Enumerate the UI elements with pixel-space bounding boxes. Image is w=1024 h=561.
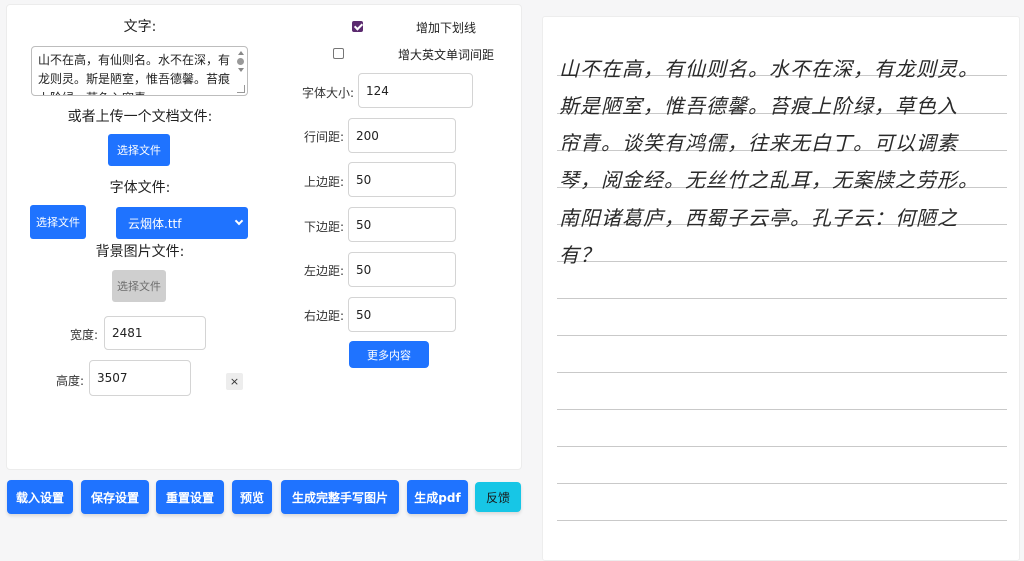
ruled-line xyxy=(557,372,1007,373)
ruled-line xyxy=(557,298,1007,299)
generate-pdf-button[interactable]: 生成pdf xyxy=(407,480,468,514)
line-spacing-input[interactable]: 200 xyxy=(348,118,456,153)
ruled-line xyxy=(557,446,1007,447)
ruled-line xyxy=(557,335,1007,336)
height-input[interactable]: 3507 xyxy=(89,360,191,396)
preview-button[interactable]: 预览 xyxy=(232,480,272,514)
top-margin-input[interactable]: 50 xyxy=(348,162,456,197)
reset-settings-button[interactable]: 重置设置 xyxy=(156,480,224,514)
ruled-line xyxy=(557,483,1007,484)
line-spacing-label: 行间距: xyxy=(303,130,344,144)
height-label: 高度: xyxy=(55,374,84,388)
bottom-margin-input[interactable]: 50 xyxy=(348,207,456,242)
ruled-line xyxy=(557,409,1007,410)
width-input[interactable]: 2481 xyxy=(104,316,206,350)
load-settings-button[interactable]: 载入设置 xyxy=(7,480,73,514)
ruled-line xyxy=(557,261,1007,262)
preview-line: 斯是陋室，惟吾德馨。苔痕上阶绿，草色入 xyxy=(559,94,958,118)
word-spacing-checkbox[interactable] xyxy=(333,48,344,59)
upload-doc-heading: 或者上传一个文档文件: xyxy=(67,109,213,125)
text-input[interactable]: 山不在高，有仙则名。水不在深，有龙则灵。斯是陋室，惟吾德馨。苔痕上阶绿，草色入帘… xyxy=(31,46,248,96)
feedback-button[interactable]: 反馈 xyxy=(475,482,521,512)
font-file-heading: 字体文件: xyxy=(109,180,171,196)
preview-line: 帘青。谈笑有鸿儒，往来无白丁。可以调素 xyxy=(559,131,958,155)
right-margin-input[interactable]: 50 xyxy=(348,297,456,332)
preview-line: 琴，阅金经。无丝竹之乱耳，无案牍之劳形。 xyxy=(559,168,979,192)
choose-font-file-button[interactable]: 选择文件 xyxy=(30,205,86,239)
save-settings-button[interactable]: 保存设置 xyxy=(81,480,149,514)
scroll-up-icon[interactable] xyxy=(238,51,244,55)
scroll-down-icon[interactable] xyxy=(238,68,244,72)
font-size-input[interactable]: 124 xyxy=(358,73,473,108)
more-options-button[interactable]: 更多内容 xyxy=(349,341,429,368)
left-margin-input[interactable]: 50 xyxy=(348,252,456,287)
font-select-value: 云烟体.ttf xyxy=(128,216,182,231)
scroll-thumb[interactable] xyxy=(237,58,244,65)
word-spacing-label: 增大英文单词间距 xyxy=(398,48,495,62)
choose-bg-file-button[interactable]: 选择文件 xyxy=(112,270,166,302)
preview-line: 有？ xyxy=(559,243,601,267)
ruled-line xyxy=(557,520,1007,521)
preview-line: 山不在高，有仙则名。水不在深，有龙则灵。 xyxy=(559,57,979,81)
text-input-value: 山不在高，有仙则名。水不在深，有龙则灵。斯是陋室，惟吾德馨。苔痕上阶绿，草色入帘… xyxy=(38,53,231,95)
underline-label: 增加下划线 xyxy=(416,21,477,35)
preview-line: 南阳诸葛庐，西蜀子云亭。孔子云：何陋之 xyxy=(559,206,958,230)
left-margin-label: 左边距: xyxy=(303,264,344,278)
bottom-margin-label: 下边距: xyxy=(303,220,344,234)
top-margin-label: 上边距: xyxy=(303,175,344,189)
generate-full-image-button[interactable]: 生成完整手写图片 xyxy=(281,480,399,514)
choose-doc-file-button[interactable]: 选择文件 xyxy=(108,134,170,166)
font-size-label: 字体大小: xyxy=(301,86,354,100)
underline-checkbox[interactable] xyxy=(352,21,363,32)
chevron-down-icon xyxy=(234,216,244,226)
text-heading: 文字: xyxy=(123,19,157,35)
clear-bg-close-icon[interactable]: × xyxy=(226,373,243,390)
width-label: 宽度: xyxy=(69,328,98,342)
bg-image-heading: 背景图片文件: xyxy=(95,244,185,260)
resize-handle-icon[interactable] xyxy=(237,85,245,93)
right-margin-label: 右边距: xyxy=(303,309,344,323)
handwriting-preview: 山不在高，有仙则名。水不在深，有龙则灵。 斯是陋室，惟吾德馨。苔痕上阶绿，草色入… xyxy=(542,16,1020,561)
font-select[interactable]: 云烟体.ttf xyxy=(116,207,248,239)
